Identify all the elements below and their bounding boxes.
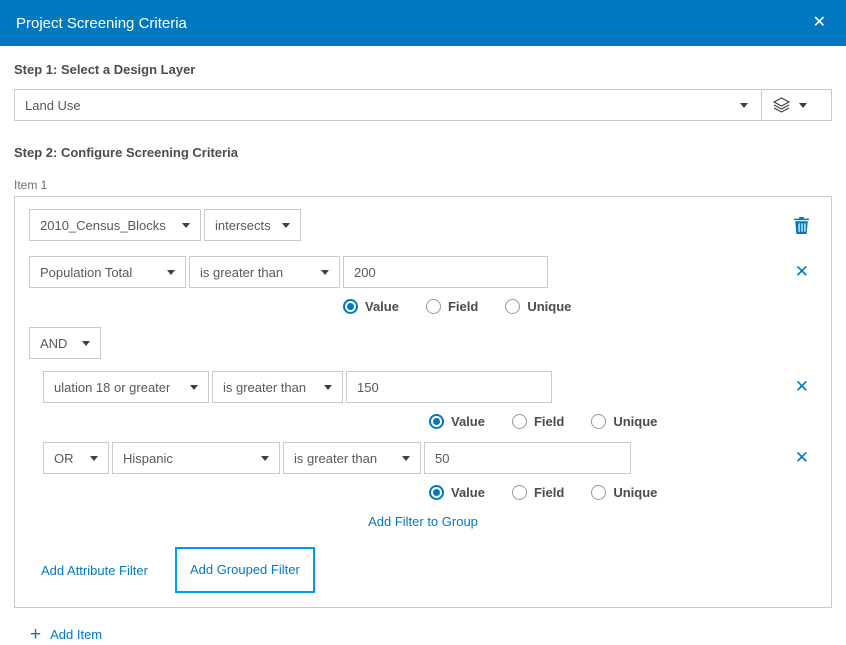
add-attribute-filter-link[interactable]: Add Attribute Filter	[41, 563, 148, 578]
chevron-down-icon	[402, 456, 410, 461]
logic-dropdown-value: OR	[54, 451, 74, 466]
field-dropdown-value: ulation 18 or greater	[54, 380, 170, 395]
layer-picker-button[interactable]	[762, 90, 831, 120]
operator-dropdown-value: is greater than	[294, 451, 377, 466]
radio-unselected-icon	[512, 485, 527, 500]
layer-dropdown[interactable]: 2010_Census_Blocks	[29, 209, 201, 241]
radio-unique-label: Unique	[527, 299, 571, 314]
radio-unique[interactable]: Unique	[591, 414, 657, 429]
chevron-down-icon	[261, 456, 269, 461]
radio-unselected-icon	[591, 414, 606, 429]
radio-value-label: Value	[365, 299, 399, 314]
radio-unique[interactable]: Unique	[505, 299, 571, 314]
design-layer-value: Land Use	[15, 98, 740, 113]
filter-group-panel: 2010_Census_Blocks intersects Population…	[14, 196, 832, 608]
radio-unique-label: Unique	[613, 414, 657, 429]
layer-filter-row: 2010_Census_Blocks intersects	[29, 209, 817, 241]
chevron-down-icon	[182, 223, 190, 228]
logic-dropdown-value: AND	[40, 336, 67, 351]
spatial-operator-value: intersects	[215, 218, 271, 233]
value-input[interactable]	[424, 442, 631, 474]
item-label: Item 1	[14, 178, 832, 192]
spatial-operator-dropdown[interactable]: intersects	[204, 209, 301, 241]
field-dropdown-value: Population Total	[40, 265, 132, 280]
grouped-filter-row: ulation 18 or greater is greater than ✕	[43, 371, 817, 403]
radio-selected-icon	[429, 414, 444, 429]
add-filter-to-group-row: Add Filter to Group	[29, 513, 817, 531]
operator-dropdown[interactable]: is greater than	[212, 371, 343, 403]
chevron-down-icon	[167, 270, 175, 275]
logic-dropdown[interactable]: OR	[43, 442, 109, 474]
value-type-radio-group: Value Field Unique	[29, 485, 817, 500]
radio-field[interactable]: Field	[512, 414, 564, 429]
add-grouped-filter-link[interactable]: Add Grouped Filter	[190, 562, 300, 577]
radio-value[interactable]: Value	[429, 485, 485, 500]
close-icon[interactable]: ✕	[809, 11, 830, 35]
radio-field-label: Field	[448, 299, 478, 314]
step1-label: Step 1: Select a Design Layer	[14, 62, 832, 77]
remove-filter-button[interactable]: ✕	[789, 377, 815, 397]
add-filter-to-group-link[interactable]: Add Filter to Group	[368, 514, 478, 529]
radio-value-label: Value	[451, 485, 485, 500]
radio-unique-label: Unique	[613, 485, 657, 500]
radio-unselected-icon	[426, 299, 441, 314]
value-input[interactable]	[346, 371, 552, 403]
grouped-filter-row: OR Hispanic is greater than ✕	[43, 442, 817, 474]
operator-dropdown[interactable]: is greater than	[283, 442, 421, 474]
chevron-down-icon	[90, 456, 98, 461]
trash-icon	[794, 217, 809, 234]
radio-value-label: Value	[451, 414, 485, 429]
step2-label: Step 2: Configure Screening Criteria	[14, 145, 832, 160]
dialog-body: Step 1: Select a Design Layer Land Use S…	[0, 62, 846, 644]
chevron-down-icon	[282, 223, 290, 228]
field-dropdown[interactable]: Population Total	[29, 256, 186, 288]
tutorial-highlight-box: Add Grouped Filter	[175, 547, 315, 593]
radio-unselected-icon	[512, 414, 527, 429]
operator-dropdown-value: is greater than	[200, 265, 283, 280]
operator-dropdown[interactable]: is greater than	[189, 256, 340, 288]
radio-field-label: Field	[534, 485, 564, 500]
value-input[interactable]	[343, 256, 548, 288]
panel-footer-links: Add Attribute Filter Add Grouped Filter	[29, 547, 817, 593]
field-dropdown[interactable]: ulation 18 or greater	[43, 371, 209, 403]
radio-field-label: Field	[534, 414, 564, 429]
radio-unique[interactable]: Unique	[591, 485, 657, 500]
remove-filter-button[interactable]: ✕	[789, 448, 815, 468]
value-type-radio-group: Value Field Unique	[29, 414, 817, 429]
dialog-title: Project Screening Criteria	[16, 15, 187, 32]
field-dropdown-value: Hispanic	[123, 451, 173, 466]
chevron-down-icon	[740, 103, 748, 108]
chevron-down-icon	[321, 270, 329, 275]
layers-icon	[773, 97, 790, 113]
radio-field[interactable]: Field	[426, 299, 478, 314]
layer-dropdown-value: 2010_Census_Blocks	[40, 218, 166, 233]
radio-field[interactable]: Field	[512, 485, 564, 500]
add-item-label: Add Item	[50, 627, 102, 642]
radio-unselected-icon	[505, 299, 520, 314]
chevron-down-icon	[190, 385, 198, 390]
radio-unselected-icon	[591, 485, 606, 500]
group-logic-row: AND	[29, 327, 817, 359]
dialog-header: Project Screening Criteria ✕	[0, 0, 846, 46]
chevron-down-icon	[799, 103, 807, 108]
design-layer-select[interactable]: Land Use	[14, 89, 832, 121]
radio-value[interactable]: Value	[429, 414, 485, 429]
add-item-button[interactable]: + Add Item	[30, 625, 832, 644]
attribute-filter-row: Population Total is greater than ✕	[29, 256, 817, 288]
value-type-radio-group: Value Field Unique	[29, 299, 817, 314]
radio-selected-icon	[429, 485, 444, 500]
delete-item-button[interactable]	[788, 217, 815, 234]
remove-filter-button[interactable]: ✕	[789, 262, 815, 282]
chevron-down-icon	[324, 385, 332, 390]
radio-selected-icon	[343, 299, 358, 314]
plus-icon: +	[30, 625, 41, 644]
chevron-down-icon	[82, 341, 90, 346]
logic-dropdown[interactable]: AND	[29, 327, 101, 359]
field-dropdown[interactable]: Hispanic	[112, 442, 280, 474]
radio-value[interactable]: Value	[343, 299, 399, 314]
operator-dropdown-value: is greater than	[223, 380, 306, 395]
